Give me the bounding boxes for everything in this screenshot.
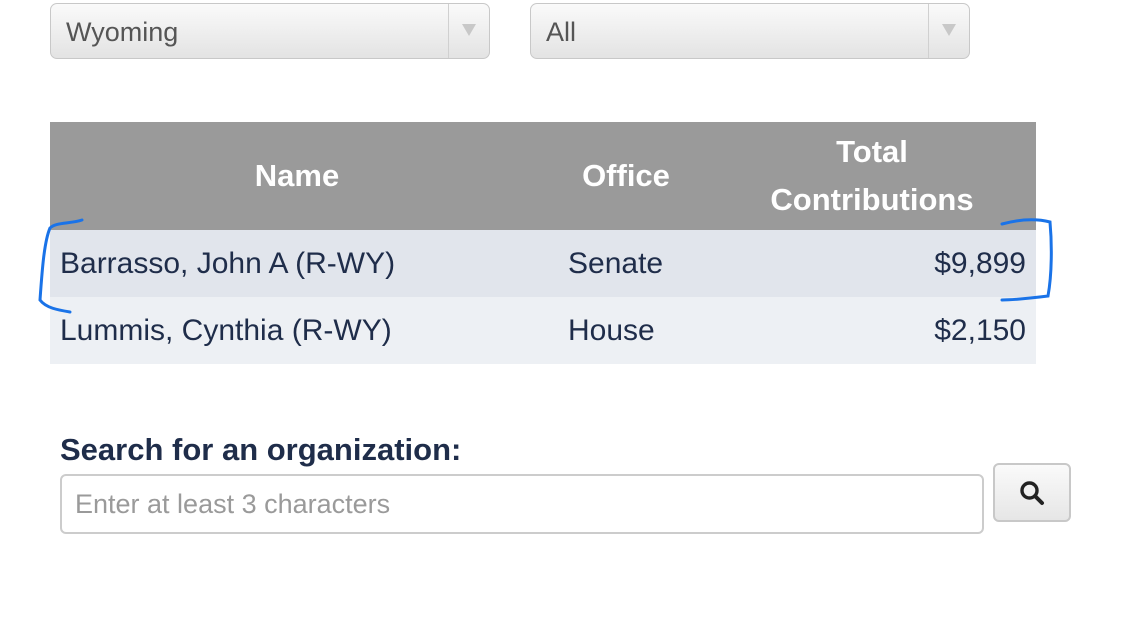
- search-label: Search for an organization:: [60, 432, 462, 467]
- state-select-value: Wyoming: [66, 17, 179, 47]
- left-bracket-annotation: [38, 218, 84, 314]
- table-row[interactable]: Barrasso, John A (R-WY) Senate $9,899: [50, 230, 1036, 297]
- row-office: Senate: [544, 230, 708, 297]
- row-total: $2,150: [708, 297, 1036, 364]
- office-select-value: All: [546, 17, 577, 47]
- header-total-line1: Total: [836, 134, 908, 169]
- row-name[interactable]: Lummis, Cynthia (R-WY): [50, 297, 544, 364]
- header-office[interactable]: Office: [544, 122, 708, 230]
- header-name[interactable]: Name: [50, 122, 544, 230]
- table-header-row: Name Office Total Contributions: [50, 122, 1036, 230]
- search-button[interactable]: [993, 463, 1071, 522]
- table-row[interactable]: Lummis, Cynthia (R-WY) House $2,150: [50, 297, 1036, 364]
- row-name[interactable]: Barrasso, John A (R-WY): [50, 230, 544, 297]
- header-total-line2: Contributions: [770, 182, 974, 217]
- chevron-down-icon: [462, 24, 476, 36]
- row-total: $9,899: [708, 230, 1036, 297]
- search-icon: [1020, 480, 1044, 505]
- state-select[interactable]: Wyoming: [50, 3, 490, 59]
- office-select-toggle[interactable]: [928, 4, 969, 58]
- contributions-table: Name Office Total Contributions Barrasso…: [50, 122, 1036, 364]
- chevron-down-icon: [942, 24, 956, 36]
- row-office: House: [544, 297, 708, 364]
- header-total-contributions[interactable]: Total Contributions: [708, 122, 1036, 230]
- state-select-toggle[interactable]: [448, 4, 489, 58]
- right-bracket-annotation: [1000, 218, 1053, 302]
- office-select[interactable]: All: [530, 3, 970, 59]
- search-input[interactable]: [60, 474, 984, 534]
